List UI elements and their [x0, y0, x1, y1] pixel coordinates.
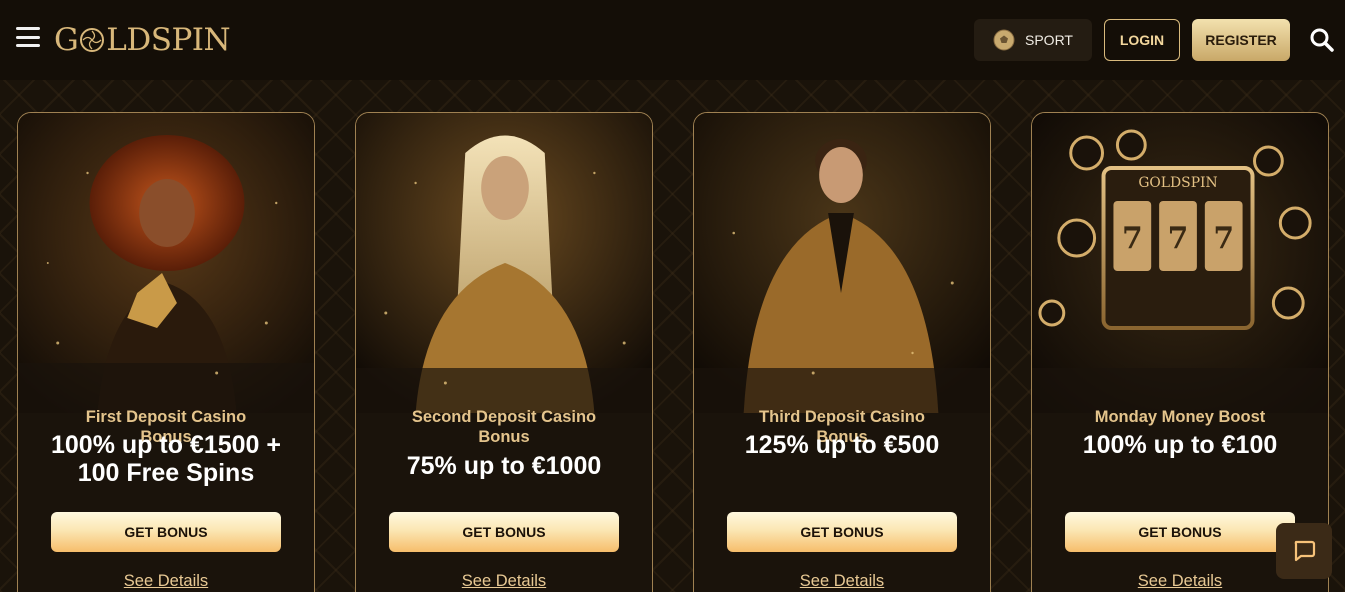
promo-image-man-gold-suit	[694, 113, 990, 413]
bonus-card-first-deposit: First Deposit Casino Bonus 100% up to €1…	[17, 112, 315, 592]
get-bonus-button[interactable]: GET BONUS	[727, 512, 957, 552]
see-details-link[interactable]: See Details	[694, 572, 990, 591]
slot-logo-text: GOLDSPIN	[1138, 175, 1217, 191]
promo-image-woman-curly-hair	[18, 113, 314, 413]
sport-label: SPORT	[1025, 32, 1073, 48]
slot-reel-2: 7	[1168, 221, 1189, 256]
get-bonus-button[interactable]: GET BONUS	[51, 512, 281, 552]
live-chat-button[interactable]	[1276, 523, 1332, 579]
slot-reel-1: 7	[1122, 221, 1143, 256]
bonus-card-monday-boost: GOLDSPIN 7 7 7 Monday Money Boost 100% u…	[1031, 112, 1329, 592]
bonus-offer: 75% up to €1000	[406, 452, 602, 480]
chat-bubble-icon	[1294, 540, 1316, 562]
see-details-link[interactable]: See Details	[356, 572, 652, 591]
see-details-link[interactable]: See Details	[18, 572, 314, 591]
top-header: G LDSPIN SPORT LOGIN REGISTER	[0, 0, 1345, 80]
goldspin-logo[interactable]: G LDSPIN	[54, 22, 231, 58]
slot-reel-3: 7	[1213, 221, 1234, 256]
bonus-subtitle: Monday Money Boost	[1094, 408, 1266, 426]
bonus-offer: 100% up to €1500 + 100 Free Spins	[51, 431, 281, 487]
promo-image-woman-blonde	[356, 113, 652, 413]
bonus-offer: 125% up to €500	[744, 431, 940, 459]
get-bonus-button[interactable]: GET BONUS	[1065, 512, 1295, 552]
sport-button[interactable]: SPORT	[974, 19, 1092, 61]
register-button[interactable]: REGISTER	[1192, 19, 1290, 61]
bonus-card-third-deposit: Third Deposit Casino Bonus 125% up to €5…	[693, 112, 991, 592]
soccer-ball-icon	[993, 29, 1015, 51]
search-icon[interactable]	[1309, 27, 1335, 53]
bonus-subtitle: Second Deposit Casino Bonus	[411, 408, 597, 446]
bonus-offer: 100% up to €100	[1082, 431, 1278, 459]
login-button[interactable]: LOGIN	[1104, 19, 1180, 61]
menu-icon[interactable]	[16, 27, 40, 47]
get-bonus-button[interactable]: GET BONUS	[389, 512, 619, 552]
bonus-card-second-deposit: Second Deposit Casino Bonus 75% up to €1…	[355, 112, 653, 592]
promo-image-slot-machine: GOLDSPIN 7 7 7	[1032, 113, 1328, 413]
